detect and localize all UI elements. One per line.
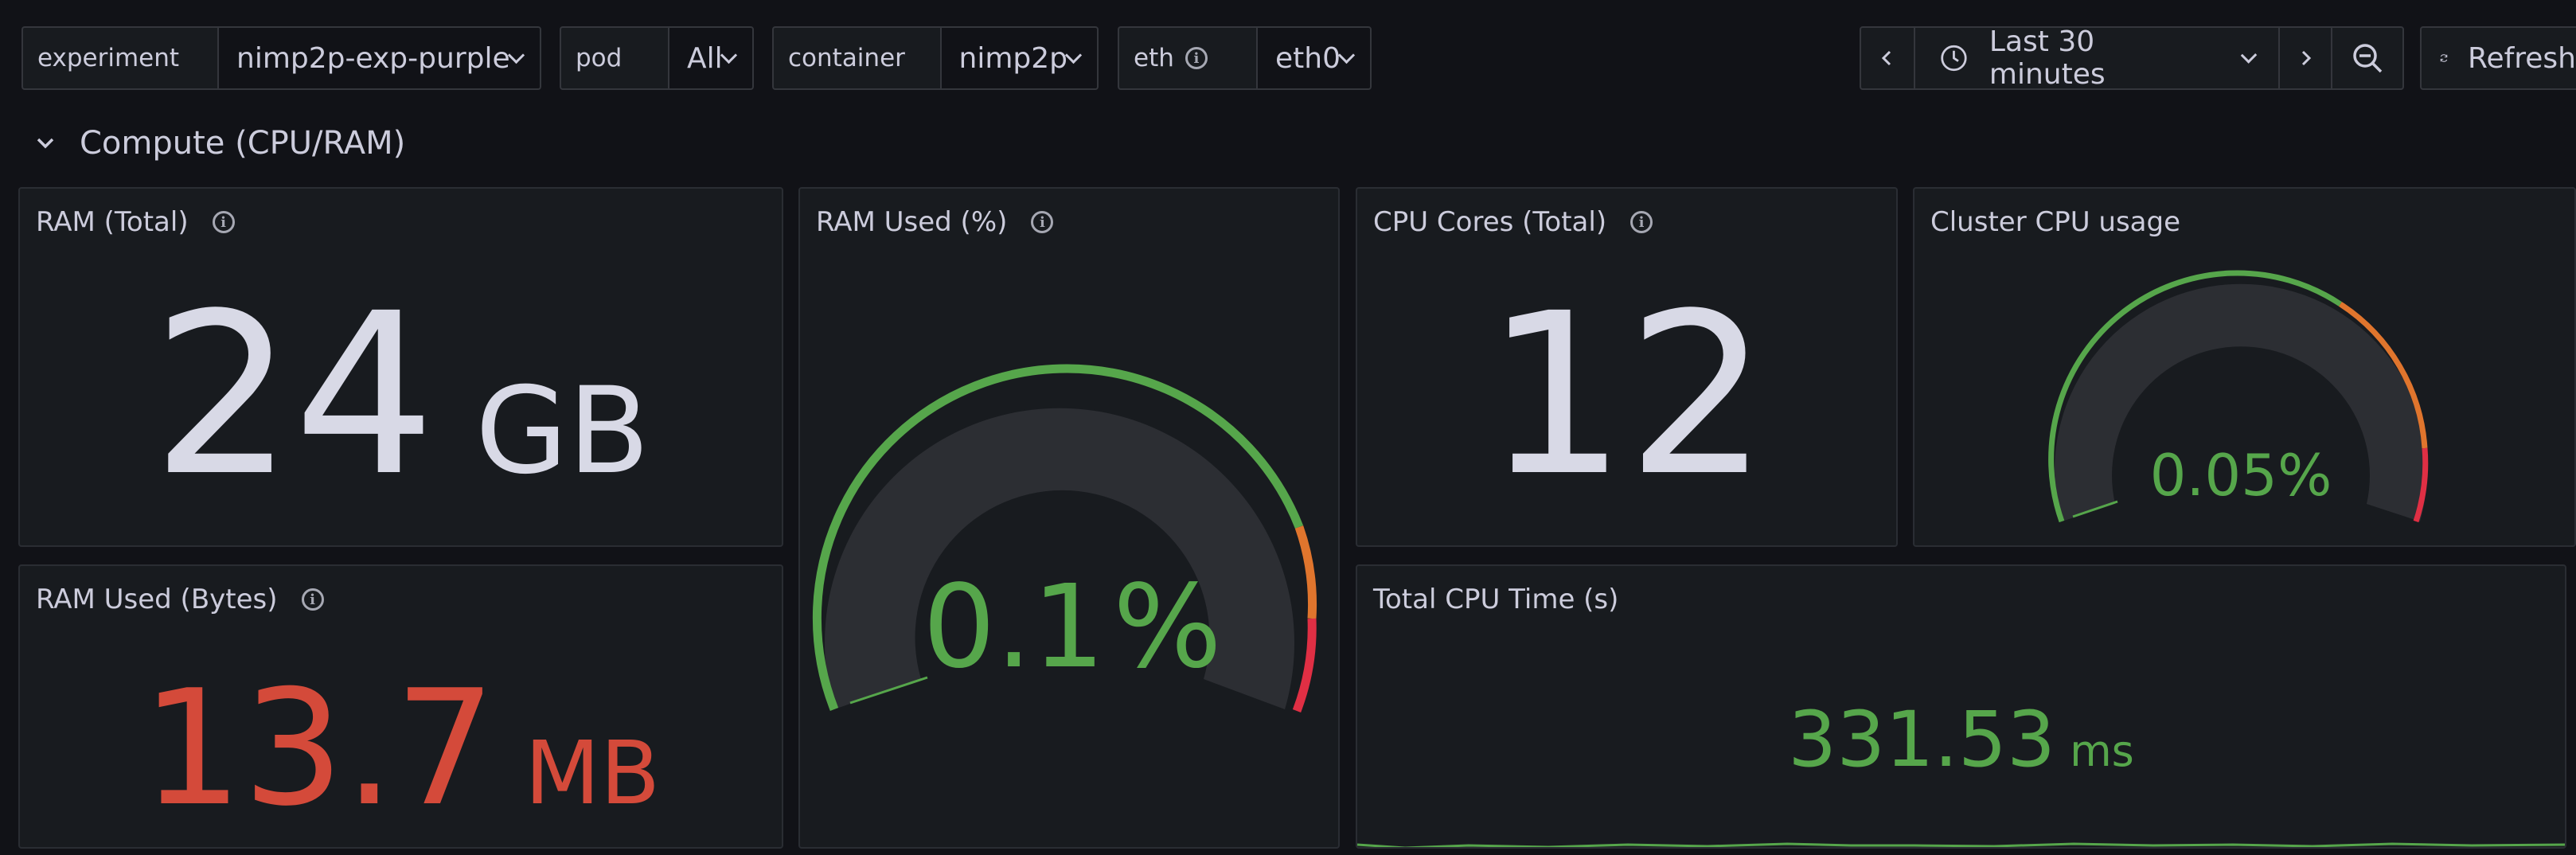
chevron-down-icon xyxy=(1064,46,1083,64)
chevron-down-icon xyxy=(2240,46,2258,64)
zoom-out-button[interactable] xyxy=(2331,26,2404,90)
sparkline-line xyxy=(1357,842,2565,847)
stat-value: 12 xyxy=(1357,284,1896,507)
info-icon[interactable]: i xyxy=(1185,47,1208,69)
refresh-icon xyxy=(2440,54,2448,62)
row-title: Compute (CPU/RAM) xyxy=(80,125,406,162)
time-range-picker[interactable]: Last 30 minutes xyxy=(1914,25,2280,91)
chevron-down-icon xyxy=(1337,46,1356,64)
panel-title: CPU Cores (Total) xyxy=(1373,206,1607,238)
stat-number: 24 xyxy=(151,266,436,525)
chevron-down-icon xyxy=(507,46,525,64)
variable-label: container xyxy=(772,26,940,90)
select-value: All xyxy=(687,41,723,75)
panel-cluster-cpu: Cluster CPU usage 0.05% xyxy=(1913,187,2576,547)
panel-ram-used-pct: RAM Used (%) i 0.1% xyxy=(798,187,1340,849)
chevron-right-icon xyxy=(2301,50,2312,66)
panel-title: RAM (Total) xyxy=(36,206,189,238)
zoom-out-icon xyxy=(2353,44,2383,73)
time-shift-forward-button[interactable] xyxy=(2278,26,2332,90)
variable-experiment: experiment nimp2p-exp-purple xyxy=(21,26,541,90)
variable-label-eth: eth i xyxy=(1118,26,1257,90)
stat-number: 13.7 xyxy=(141,656,496,841)
eth-select[interactable]: eth0 xyxy=(1256,26,1372,90)
refresh-label: Refresh xyxy=(2468,41,2576,75)
time-shift-back-button[interactable] xyxy=(1860,26,1915,90)
time-range-label: Last 30 minutes xyxy=(1989,25,2106,91)
stat-number: 12 xyxy=(1485,266,1769,525)
pod-select[interactable]: All xyxy=(668,26,754,90)
chevron-down-icon xyxy=(720,46,738,64)
info-icon[interactable]: i xyxy=(301,588,324,611)
row-header-compute[interactable]: Compute (CPU/RAM) xyxy=(35,119,405,167)
panel-ram-total: RAM (Total) i 24 GB xyxy=(18,187,783,547)
chevron-down-icon xyxy=(37,138,54,149)
info-icon[interactable]: i xyxy=(212,211,235,233)
variable-label: experiment xyxy=(21,26,217,90)
variable-eth: eth i eth0 xyxy=(1118,26,1372,90)
select-value: eth0 xyxy=(1275,41,1341,75)
variable-label: eth xyxy=(1134,44,1174,72)
gauge-threshold-orange xyxy=(1294,525,1317,619)
variable-label: pod xyxy=(560,26,668,90)
cluster-cpu-gauge: 0.05% xyxy=(2048,270,2429,523)
select-value: nimp2p-exp-purple xyxy=(236,41,510,75)
variable-container: container nimp2p xyxy=(772,26,1099,90)
variable-pod: pod All xyxy=(560,26,754,90)
panel-title: RAM Used (Bytes) xyxy=(36,584,278,615)
panel-cpu-cores: CPU Cores (Total) i 12 xyxy=(1356,187,1898,547)
panel-header: RAM Used (Bytes) i xyxy=(36,584,324,615)
gauge-value: 0.05% xyxy=(2150,442,2332,509)
panel-total-cpu-time: Total CPU Time (s) 331.53 ms xyxy=(1356,564,2566,849)
gauge-unit: % xyxy=(1113,560,1222,693)
stat-value: 24 GB xyxy=(20,284,782,507)
select-value: nimp2p xyxy=(958,41,1068,75)
gauge-threshold-red xyxy=(1292,618,1317,712)
sparkline xyxy=(1357,842,2565,847)
panel-ram-used-bytes: RAM Used (Bytes) i 13.7 MB xyxy=(18,564,783,849)
info-icon[interactable]: i xyxy=(1630,211,1653,233)
gauge-value: 0.1% xyxy=(923,560,1222,693)
refresh-button[interactable]: Refresh xyxy=(2420,26,2576,90)
experiment-select[interactable]: nimp2p-exp-purple xyxy=(217,26,541,90)
panel-header: RAM (Total) i xyxy=(36,206,235,238)
panel-header: CPU Cores (Total) i xyxy=(1373,206,1653,238)
ram-gauge: 0.1% xyxy=(812,364,1317,712)
stat-unit: GB xyxy=(475,362,650,501)
clock-icon xyxy=(1941,45,1967,72)
stat-value: 13.7 MB xyxy=(20,670,782,829)
chevron-left-icon xyxy=(1881,50,1891,66)
container-select[interactable]: nimp2p xyxy=(939,26,1099,90)
gauge-number: 0.1 xyxy=(923,560,1105,693)
stat-unit: MB xyxy=(524,722,661,824)
